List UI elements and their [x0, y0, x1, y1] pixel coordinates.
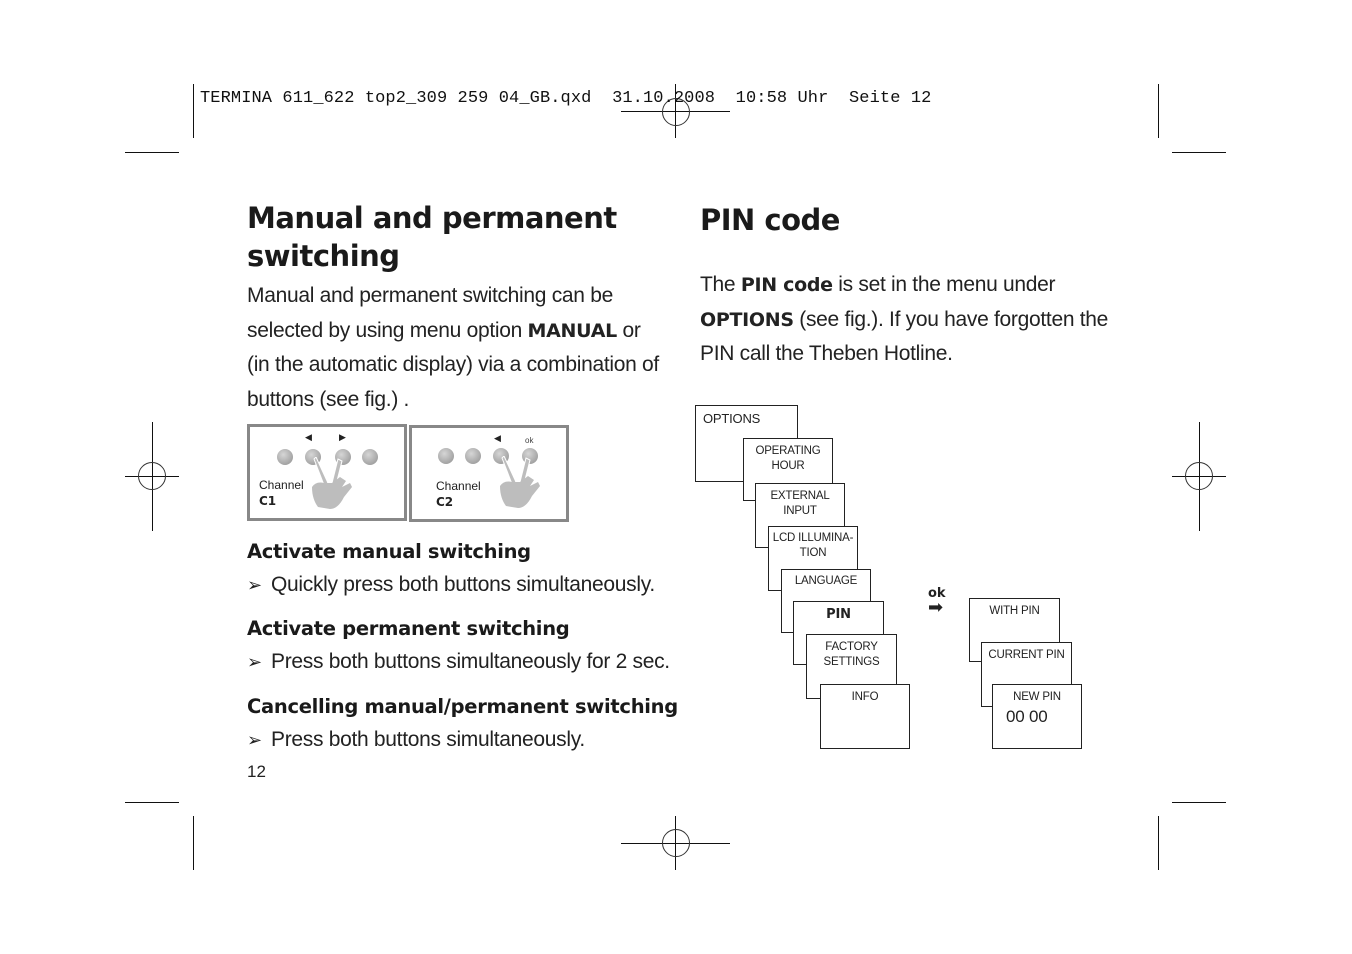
pin-intro-paragraph: The PIN code is set in the menu under OP… [700, 268, 1120, 372]
menu-label: OPTIONS [703, 411, 761, 426]
intro-line: PIN call the Theben Hotline. [700, 342, 953, 365]
intro-paragraph: Manual and permanent switching can be se… [247, 279, 667, 417]
left-arrow-icon: ◀ [494, 434, 501, 444]
device-button [465, 448, 481, 464]
crop-mark [193, 84, 194, 138]
bullet-item: ➢ Press both buttons simultaneously. [247, 728, 585, 752]
bullet-text: Press both buttons simultaneously for 2 … [271, 650, 670, 673]
bullet-item: ➢ Quickly press both buttons simultaneous… [247, 573, 655, 597]
intro-line: buttons (see fig.) . [247, 387, 410, 411]
intro-line: (in the automatic display) via a combina… [247, 353, 659, 376]
menu-label: TION [799, 547, 827, 559]
right-arrow-icon: ▶ [339, 433, 346, 443]
menu-label: PIN [826, 607, 851, 622]
intro-text: (see fig.). If you have forgotten the [793, 307, 1109, 331]
hand-press-icon [500, 456, 540, 508]
menu-label: WITH PIN [989, 605, 1040, 617]
channel-id: C1 [259, 494, 277, 508]
slug-line: TERMINA 611_622 top2_309 259 04_GB.qxd 3… [200, 89, 932, 108]
menu-label: NEW PIN [1013, 691, 1061, 703]
intro-line: selected by using menu option MANUAL or [247, 314, 667, 349]
crop-mark [1172, 152, 1226, 153]
new-pin-value: 00 00 [1006, 707, 1048, 726]
menu-label: EXTERNAL INPUT [770, 490, 830, 517]
device-button [438, 448, 454, 464]
channel-text: Channel [259, 478, 304, 492]
crop-mark [125, 152, 179, 153]
right-arrow-icon: ➡ [928, 597, 944, 618]
crop-mark [1172, 802, 1226, 803]
submenu-new-pin: NEW PIN 00 00 [992, 684, 1082, 749]
ok-label: ok [525, 436, 534, 445]
intro-line: Manual and permanent switching can be [247, 284, 613, 307]
menu-label: LANGUAGE [794, 575, 858, 587]
intro-text: The [700, 273, 741, 296]
intro-text: or [616, 318, 641, 342]
heading-activate-permanent: Activate permanent switching [247, 617, 570, 640]
menu-option-manual: MANUAL [527, 319, 618, 342]
menu-label: HOUR [771, 460, 805, 472]
title-line-1: Manual and permanent [247, 201, 617, 235]
page-number: 12 [247, 762, 266, 781]
crop-mark [193, 816, 194, 870]
intro-line: OPTIONS (see fig.). If you have forgotte… [700, 303, 1120, 338]
crop-mark [1158, 816, 1159, 870]
section-title-manual: Manual and permanent switching [247, 199, 617, 275]
title-line-2: switching [247, 239, 400, 273]
menu-info: INFO [820, 684, 910, 749]
section-title-pin: PIN code [700, 203, 840, 237]
menu-label: OPERATING [755, 445, 821, 457]
channel-label: Channel C2 [436, 478, 481, 510]
menu-label: FACTORY [825, 641, 878, 653]
bullet-text: Press both buttons simultaneously. [271, 728, 585, 751]
menu-label: INFO [851, 691, 879, 703]
heading-cancelling: Cancelling manual/permanent switching [247, 695, 678, 718]
bullet-item: ➢ Press both buttons simultaneously for 2… [247, 650, 670, 674]
channel-text: Channel [436, 479, 481, 493]
menu-label: SETTINGS [823, 656, 880, 668]
channel-id: C2 [436, 495, 454, 509]
intro-text: selected by using menu option [247, 318, 528, 342]
pin-code-term: PIN code [740, 274, 833, 296]
options-term: OPTIONS [700, 308, 794, 331]
device-button [362, 449, 378, 465]
arrow-bullet-icon: ➢ [247, 575, 262, 596]
registration-mark [138, 462, 166, 490]
arrow-bullet-icon: ➢ [247, 730, 262, 751]
intro-line: The PIN code is set in the menu under [700, 268, 1120, 303]
device-button [277, 449, 293, 465]
channel-panel-c2: ◀ ok Channel C2 [409, 425, 569, 522]
registration-mark [1185, 462, 1213, 490]
menu-label: CURRENT PIN [988, 649, 1065, 661]
intro-text: is set in the menu under [832, 273, 1056, 296]
arrow-bullet-icon: ➢ [247, 652, 262, 673]
heading-activate-manual: Activate manual switching [247, 540, 531, 563]
left-arrow-icon: ◀ [305, 433, 312, 443]
crop-mark [125, 802, 179, 803]
menu-label: LCD ILLUMINA- [772, 532, 854, 544]
channel-panel-c1: ◀ ▶ Channel C1 [247, 424, 407, 521]
channel-label: Channel C1 [259, 477, 304, 509]
hand-press-icon [312, 457, 352, 509]
bullet-text: Quickly press both buttons simultaneousl… [271, 573, 655, 596]
crop-mark [1158, 84, 1159, 138]
registration-mark [662, 829, 690, 857]
